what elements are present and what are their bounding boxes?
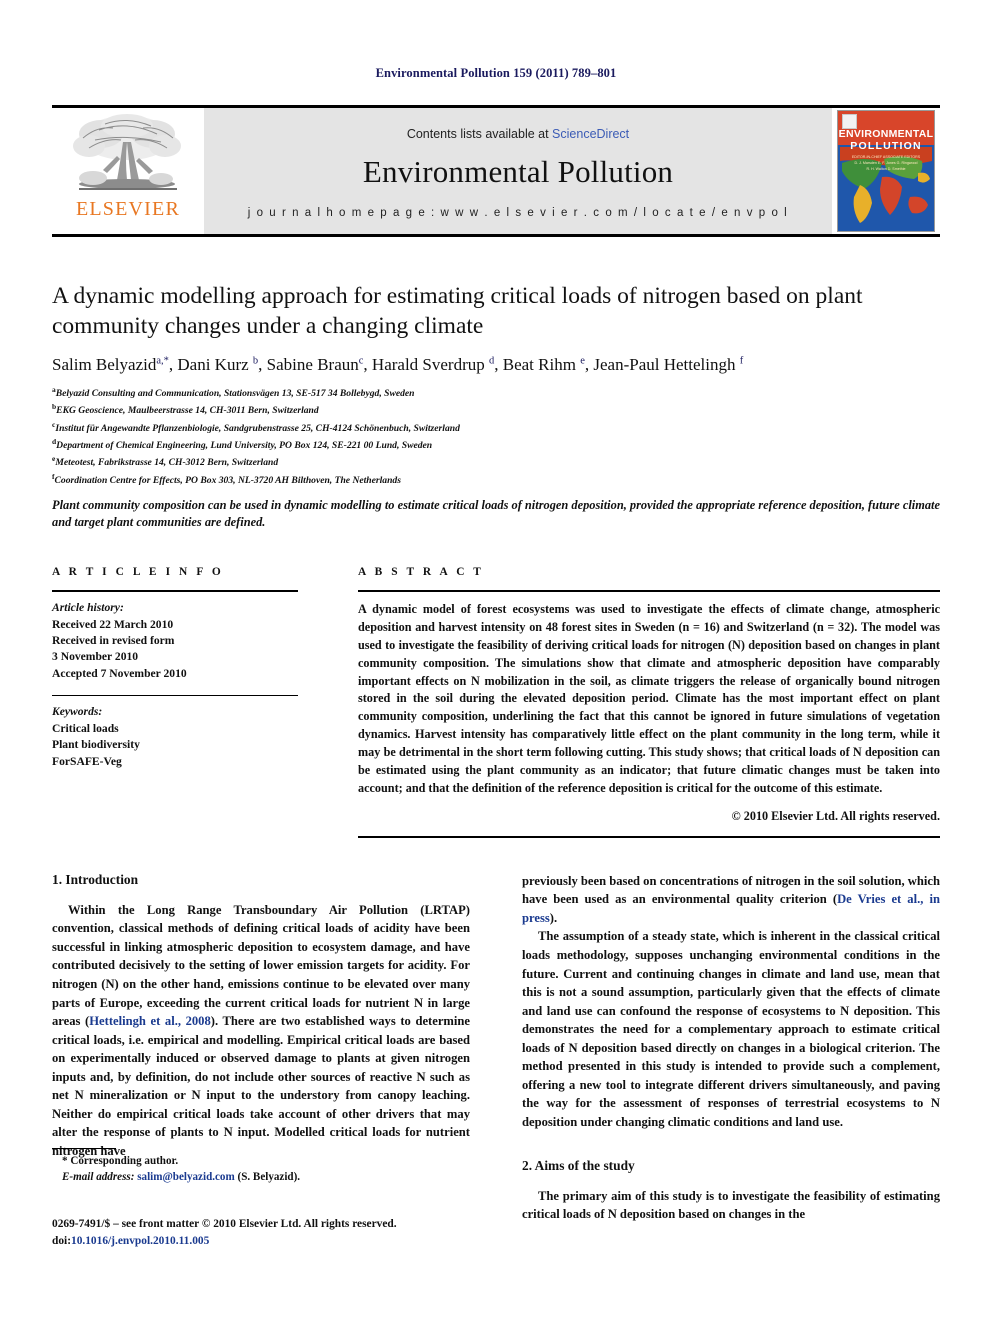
affiliation-item: cInstitut für Angewandte Pflanzenbiologi… — [52, 419, 460, 434]
elsevier-tree-icon — [73, 114, 181, 190]
corresponding-author-note: * Corresponding author. — [62, 1155, 179, 1167]
elsevier-wordmark: ELSEVIER — [75, 198, 181, 220]
divider — [358, 835, 940, 838]
page-title: A dynamic modelling approach for estimat… — [52, 283, 863, 340]
contents-available-line: Contents lists available at ScienceDirec… — [407, 127, 629, 141]
keyword-item: Critical loads — [52, 721, 119, 735]
journal-title: Environmental Pollution — [362, 154, 674, 189]
article-history-label: Article history: — [52, 601, 124, 615]
history-line: Accepted 7 November 2010 — [52, 666, 187, 680]
info-abstract-region: A R T I C L E I N F O Article history: R… — [52, 566, 940, 838]
paragraph-intro-2: The assumption of a steady state, which … — [522, 929, 940, 1129]
section-heading-introduction: 1. Introduction — [52, 871, 139, 887]
history-line: Received 22 March 2010 — [52, 617, 174, 631]
article-highlights: Plant community composition can be used … — [52, 497, 940, 530]
author-list: Salim Belyazida,*, Dani Kurz b, Sabine B… — [52, 355, 744, 375]
affiliation-item: bEKG Geoscience, Maulbeerstrasse 14, CH-… — [52, 402, 319, 417]
divider — [52, 590, 298, 593]
cover-title-line2: POLLUTION — [850, 140, 922, 152]
keyword-item: Plant biodiversity — [52, 738, 140, 752]
author-5: Beat Rihm e — [502, 355, 585, 375]
article-page: Environmental Pollution 159 (2011) 789–8… — [0, 0, 992, 1323]
email-label: E-mail address: — [62, 1171, 135, 1184]
footnote-divider — [52, 1148, 116, 1149]
journal-homepage-line[interactable]: j o u r n a l h o m e p a g e : w w w . … — [248, 207, 789, 219]
copyright-notice: © 2010 Elsevier Ltd. All rights reserved… — [731, 808, 940, 823]
email-suffix: (S. Belyazid). — [237, 1171, 301, 1184]
cover-image: ENVIRONMENTAL POLLUTION EDITOR-IN-CHIEF … — [837, 110, 935, 232]
paragraph-intro-1: Within the Long Range Transboundary Air … — [52, 902, 470, 1158]
history-line: 3 November 2010 — [52, 650, 139, 664]
paragraph-aims-1: The primary aim of this study is to inve… — [522, 1188, 940, 1222]
keyword-list: Keywords: Critical loads Plant biodivers… — [52, 704, 298, 770]
affiliation-item: aBelyazid Consulting and Communication, … — [52, 385, 415, 400]
body-column-right: previously been based on concentrations … — [522, 872, 940, 1224]
sciencedirect-link[interactable]: ScienceDirect — [552, 127, 629, 141]
imprint-block: 0269-7491/$ – see front matter © 2010 El… — [52, 1216, 482, 1250]
contents-prefix: Contents lists available at — [406, 127, 553, 141]
author-2: Dani Kurz b — [177, 355, 259, 375]
article-info-column: A R T I C L E I N F O Article history: R… — [52, 566, 298, 838]
paragraph-intro-1-cont: previously been based on concentrations … — [522, 873, 940, 925]
elsevier-logo: ELSEVIER — [52, 108, 204, 234]
author-6-affiliation-mark: f — [739, 355, 744, 367]
issn-frontmatter-line: 0269-7491/$ – see front matter © 2010 El… — [52, 1218, 397, 1230]
section-heading-aims: 2. Aims of the study — [522, 1157, 635, 1173]
author-4: Harald Sverdrup d — [371, 355, 495, 375]
cover-editors-line3: R. H. Walton D. Smethie — [866, 167, 906, 172]
history-line: Received in revised form — [52, 633, 175, 647]
divider — [52, 695, 298, 697]
author-3: Sabine Braunc — [266, 355, 364, 375]
doi-link[interactable]: 10.1016/j.envpol.2010.11.005 — [71, 1235, 209, 1247]
keyword-item: ForSAFE-Veg — [52, 754, 122, 768]
affiliation-item: dDepartment of Chemical Engineering, Lun… — [52, 437, 433, 452]
doi-label: doi: — [52, 1235, 71, 1248]
article-history: Article history: Received 22 March 2010 … — [52, 600, 298, 682]
journal-masthead: ELSEVIER Contents lists available at Sci… — [52, 105, 940, 237]
author-4-affiliation-mark: d — [489, 355, 495, 367]
footnote-block: * Corresponding author. E-mail address: … — [52, 1148, 470, 1185]
cover-title-line1: ENVIRONMENTAL — [838, 128, 934, 140]
abstract-column: A B S T R A C T A dynamic model of fores… — [358, 566, 940, 838]
email-note: E-mail address: salim@belyazid.com (S. B… — [52, 1169, 470, 1185]
keywords-label: Keywords: — [52, 705, 103, 719]
abstract-heading: A B S T R A C T — [358, 566, 484, 579]
citation-link[interactable]: Hettelingh et al., 2008 — [89, 1014, 211, 1028]
divider — [358, 590, 940, 593]
affiliation-list: aBelyazid Consulting and Communication, … — [52, 384, 940, 488]
author-1-affiliation-mark: a,* — [156, 355, 169, 367]
running-head: Environmental Pollution 159 (2011) 789–8… — [375, 66, 617, 80]
cover-editors: EDITOR-IN-CHIEF ASSOCIATE EDITORS D. J. … — [838, 154, 934, 172]
affiliation-item: eMeteotest, Fabrikstrasse 14, CH-3012 Be… — [52, 454, 279, 469]
affiliation-item: fCoordination Centre for Effects, PO Box… — [52, 471, 401, 486]
cover-elsevier-mark — [842, 114, 857, 129]
author-1: Salim Belyazida,* — [52, 355, 169, 375]
journal-band: Contents lists available at ScienceDirec… — [204, 108, 832, 234]
doi-line: doi:10.1016/j.envpol.2010.11.005 — [52, 1233, 482, 1250]
email-link[interactable]: salim@belyazid.com — [137, 1171, 235, 1183]
author-6: Jean-Paul Hettelingh f — [593, 355, 744, 375]
journal-cover-thumbnail: ENVIRONMENTAL POLLUTION EDITOR-IN-CHIEF … — [832, 108, 940, 234]
article-info-heading: A R T I C L E I N F O — [52, 566, 224, 579]
author-3-affiliation-mark: c — [358, 355, 364, 367]
author-5-affiliation-mark: e — [580, 355, 585, 367]
author-2-affiliation-mark: b — [252, 355, 259, 367]
abstract-text: A dynamic model of forest ecosystems was… — [358, 602, 940, 795]
